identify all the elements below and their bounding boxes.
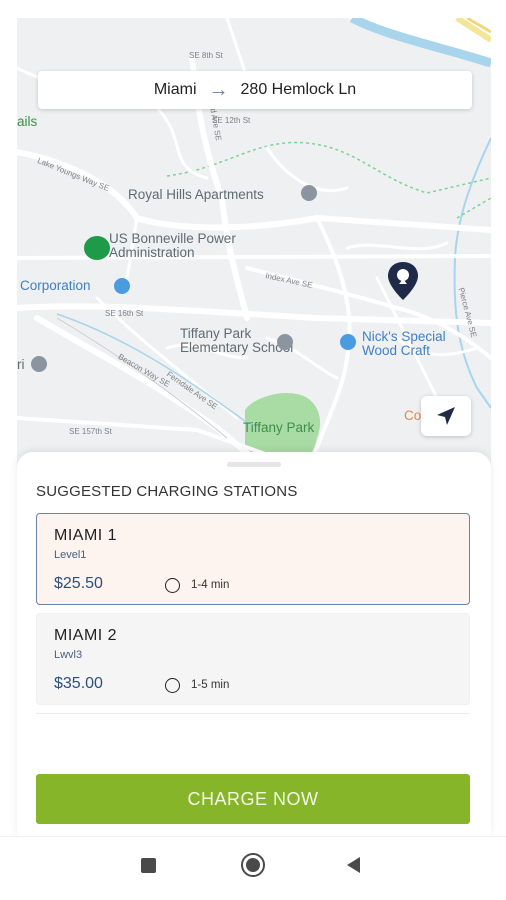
poi-label: ails	[17, 114, 38, 129]
app-screen: SE 8th St SE 12th St Lake Youngs Way SE …	[0, 0, 506, 900]
charge-now-button[interactable]: CHARGE NOW	[36, 774, 470, 824]
poi-icon[interactable]	[340, 334, 356, 350]
poi-label-line: Nick's Special	[362, 329, 446, 344]
station-card[interactable]: MIAMI 1 Level1 $25.50 1-4 min	[36, 513, 470, 605]
arrow-right-icon: →	[208, 79, 229, 101]
poi-icon[interactable]	[31, 356, 47, 372]
recents-square-icon[interactable]	[141, 858, 156, 873]
system-nav-bar	[0, 836, 506, 900]
street-label: SE 16th St	[105, 309, 144, 318]
sheet-title: SUGGESTED CHARGING STATIONS	[36, 483, 298, 500]
station-price: $35.00	[54, 675, 103, 692]
station-card[interactable]: MIAMI 2 Lwvl3 $35.00 1-5 min	[36, 613, 470, 705]
station-level: Lwvl3	[54, 649, 83, 661]
back-triangle-icon[interactable]	[347, 857, 360, 873]
locate-me-button[interactable]	[421, 396, 471, 436]
list-divider	[36, 713, 470, 714]
station-eta: 1-5 min	[191, 679, 230, 691]
home-circle-icon[interactable]	[241, 853, 265, 877]
station-price: $25.50	[54, 575, 103, 592]
park-label: Tiffany Park	[243, 420, 315, 435]
station-level: Level1	[54, 549, 87, 561]
clock-icon	[165, 678, 180, 693]
station-name: MIAMI 1	[54, 527, 118, 544]
poi-icon[interactable]	[301, 185, 317, 201]
route-destination: 280 Hemlock Ln	[240, 81, 357, 98]
route-origin: Miami	[153, 81, 197, 98]
sheet-grabber[interactable]	[227, 462, 281, 467]
station-eta: 1-4 min	[191, 579, 230, 591]
street-label: SE 8th St	[189, 51, 223, 60]
poi-icon[interactable]	[277, 334, 293, 350]
poi-label-line: Tiffany Park	[180, 326, 252, 341]
poi-label: Corporation	[20, 278, 91, 293]
poi-label-line: US Bonneville Power	[109, 231, 236, 246]
navigation-arrow-icon	[437, 407, 455, 425]
poi-label-line: Wood Craft	[362, 343, 431, 358]
station-name: MIAMI 2	[54, 627, 118, 644]
poi-label-line: Administration	[109, 245, 195, 260]
street-label: SE 157th St	[69, 427, 112, 436]
poi-label: Royal Hills Apartments	[128, 187, 264, 202]
start-location-marker[interactable]	[84, 236, 110, 260]
poi-icon[interactable]	[114, 278, 130, 294]
poi-label: Nick's Special Wood Craft	[362, 330, 446, 358]
route-bar[interactable]: Miami → 280 Hemlock Ln	[38, 71, 472, 109]
clock-icon	[165, 578, 180, 593]
map-pin-icon[interactable]	[385, 260, 421, 302]
poi-label: US Bonneville Power Administration	[109, 232, 236, 260]
poi-label: ri	[17, 357, 25, 372]
